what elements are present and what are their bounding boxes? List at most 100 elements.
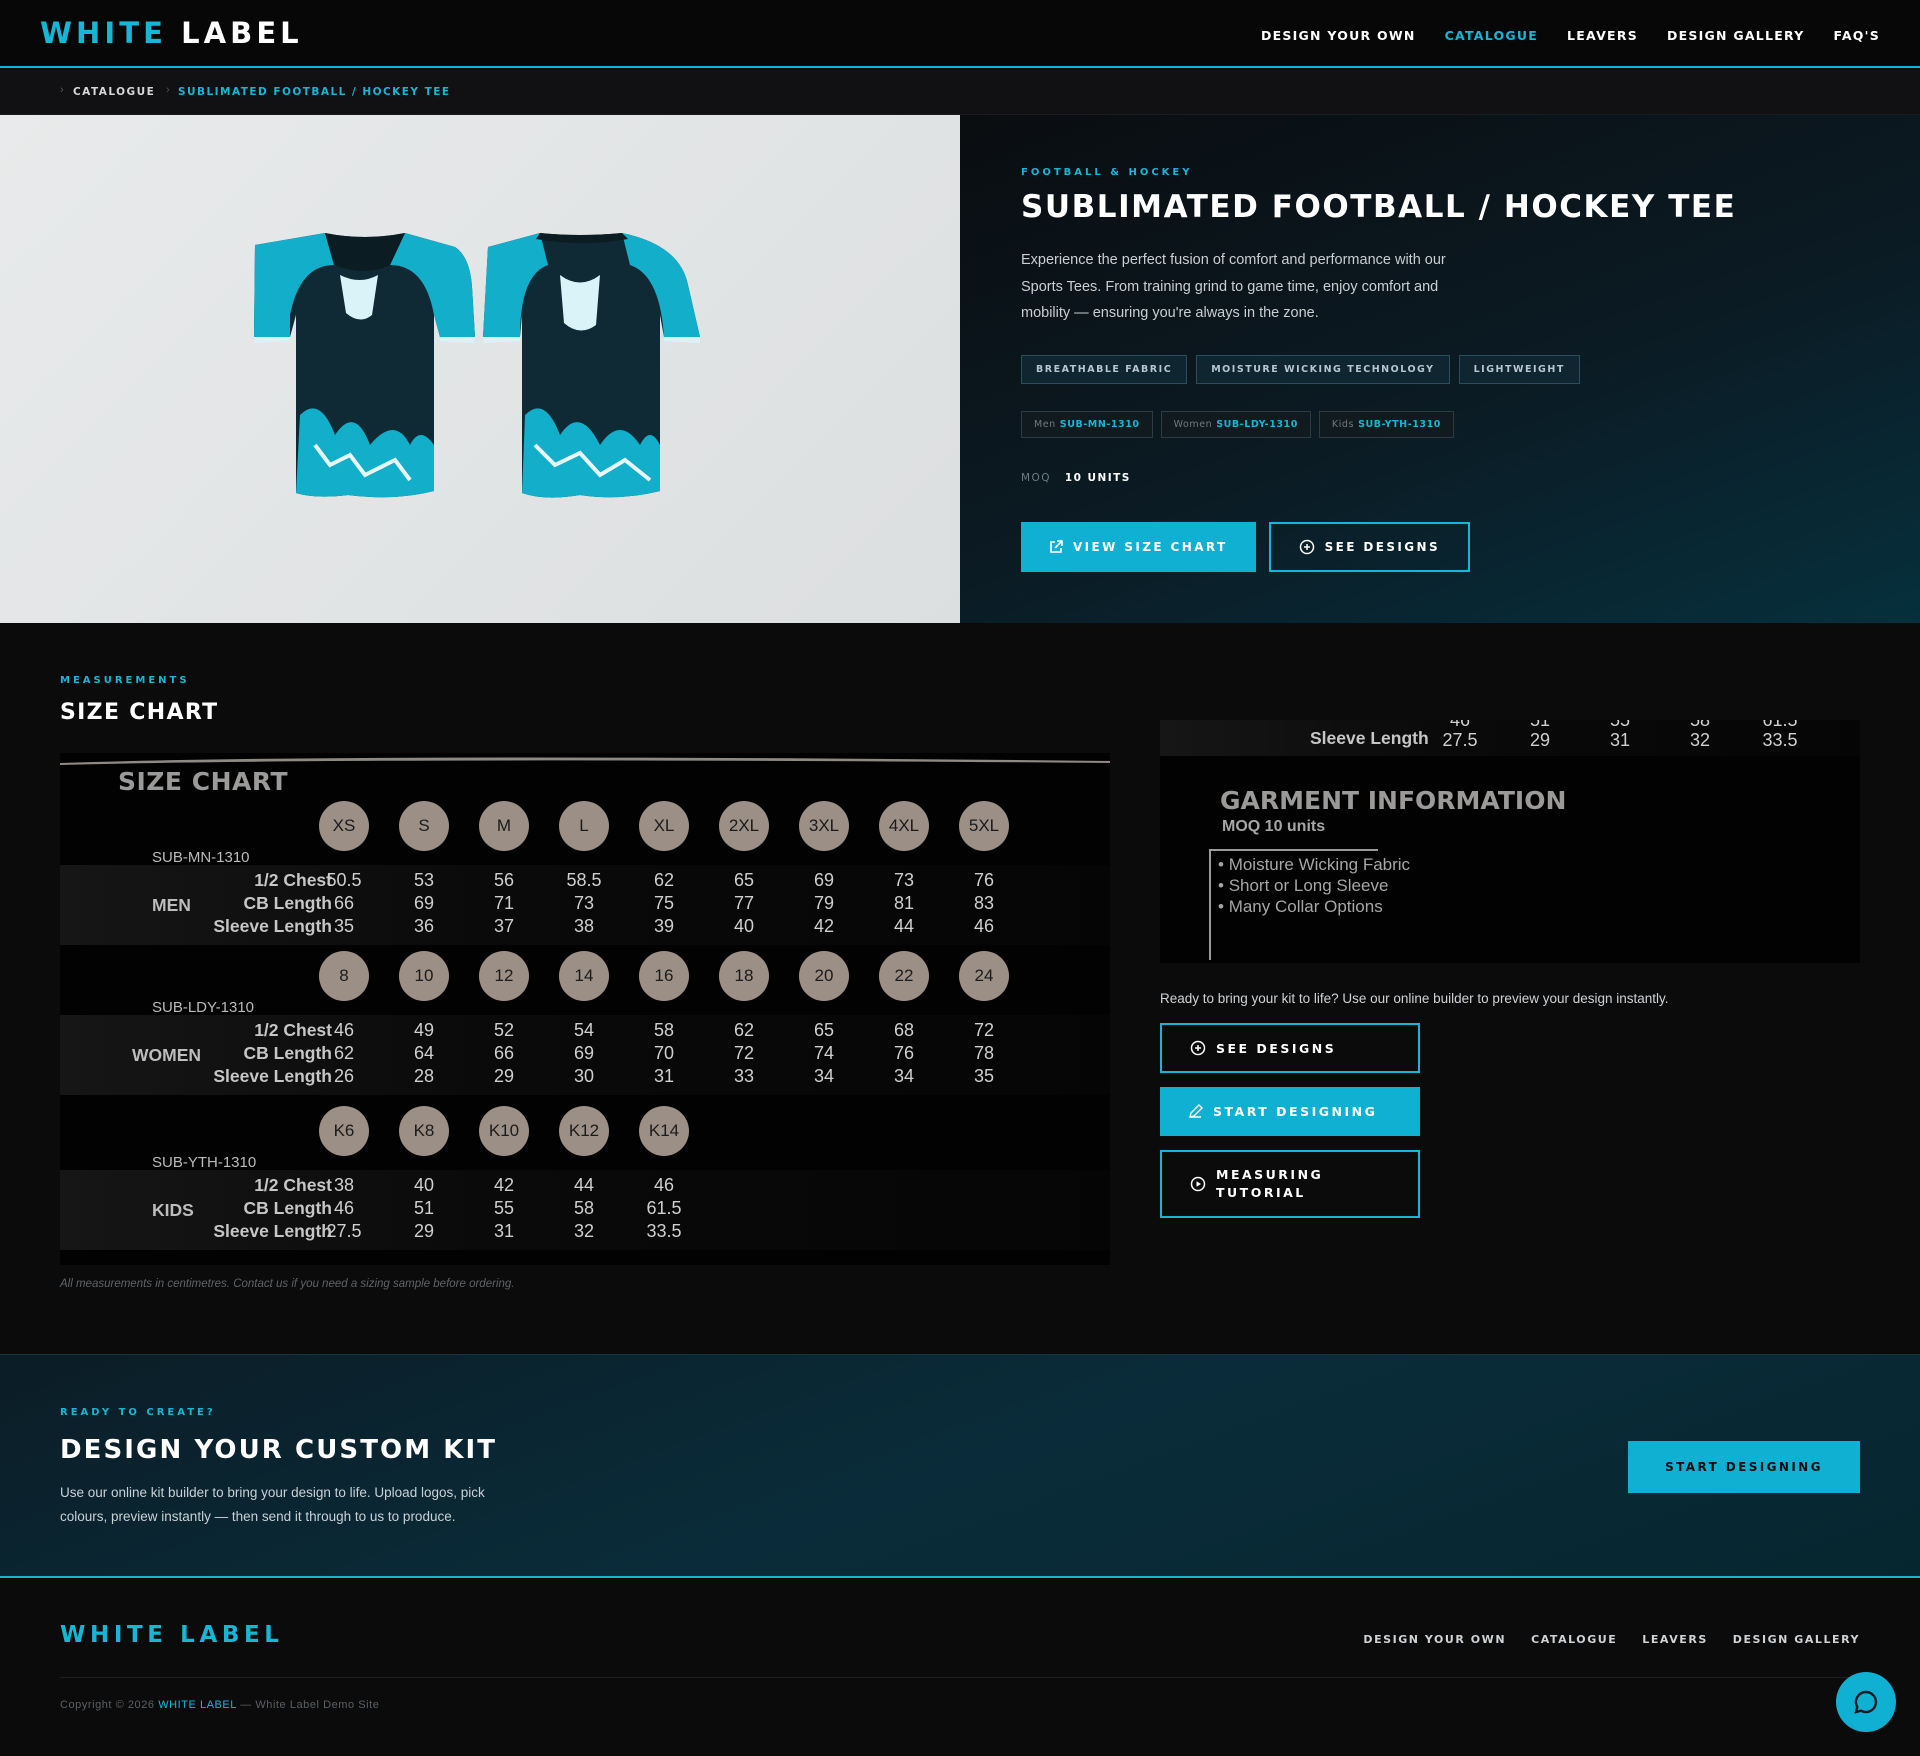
chart-value: 61.5 (646, 1198, 682, 1218)
garment-partial-value: 31 (1609, 730, 1631, 750)
chart-value: 65 (733, 870, 755, 890)
size-circle: K10 (479, 1106, 529, 1156)
start-designing-side-button[interactable]: START DESIGNING (1160, 1087, 1420, 1136)
chart-value: 53 (413, 870, 435, 890)
footer-nav-design-your-own[interactable]: DESIGN YOUR OWN (1363, 1633, 1506, 1646)
sku-label: Women (1173, 419, 1213, 430)
nav-design-gallery[interactable]: DESIGN GALLERY (1667, 28, 1805, 43)
chart-value: 69 (573, 1043, 595, 1063)
chart-value: 64 (413, 1043, 435, 1063)
footer-logo[interactable]: WHITE LABEL (60, 1622, 284, 1648)
plus-circle-icon (1299, 539, 1314, 555)
size-circle: K14 (639, 1106, 689, 1156)
footer-nav: DESIGN YOUR OWN CATALOGUE LEAVERS DESIGN… (1363, 1633, 1860, 1646)
chart-value: 29 (413, 1221, 435, 1241)
chat-button[interactable] (1836, 1672, 1896, 1732)
nav-catalogue[interactable]: CATALOGUE (1445, 28, 1538, 43)
chat-bubble-icon (1854, 1690, 1878, 1714)
moq-label: MOQ (1021, 472, 1051, 484)
chart-value: 38 (573, 916, 595, 936)
chart-value: 71 (493, 893, 515, 913)
footer-nav-design-gallery[interactable]: DESIGN GALLERY (1733, 1633, 1860, 1646)
chart-row-label: 1/2 Chest (254, 1020, 332, 1040)
chart-sku-label: SUB-MN-1310 (152, 849, 250, 866)
site-logo[interactable]: WHITE LABEL (40, 16, 303, 50)
chart-value: 68 (893, 1020, 915, 1040)
copyright-suffix: — White Label Demo Site (240, 1699, 380, 1711)
garment-features: • Moisture Wicking Fabric • Short or Lon… (1218, 854, 1410, 917)
chart-value: 52 (493, 1020, 515, 1040)
chart-value: 65 (813, 1020, 835, 1040)
size-circle: 20 (799, 951, 849, 1001)
size-circle: 10 (399, 951, 449, 1001)
chart-value: 83 (973, 893, 995, 913)
chart-value: 30 (573, 1066, 595, 1086)
see-designs-side-label: SEE DESIGNS (1216, 1040, 1337, 1056)
external-link-icon (1050, 540, 1063, 553)
size-circle: L (559, 801, 609, 851)
chart-row-label: CB Length (243, 893, 332, 913)
chart-value: 77 (733, 893, 755, 913)
measuring-tutorial-button[interactable]: MEASURING TUTORIAL (1160, 1150, 1420, 1218)
sku-label: Men (1034, 419, 1056, 430)
chart-value: 32 (573, 1221, 595, 1241)
chart-value: 58 (573, 1198, 595, 1218)
chart-sku-label: SUB-YTH-1310 (152, 1154, 257, 1171)
chart-value: 56 (493, 870, 515, 890)
garment-partial-value: 29 (1529, 730, 1551, 750)
footer-nav-leavers[interactable]: LEAVERS (1642, 1633, 1708, 1646)
size-circle: 14 (559, 951, 609, 1001)
jersey-back-image (483, 233, 700, 498)
chart-value: 35 (973, 1066, 995, 1086)
chart-value: 74 (813, 1043, 835, 1063)
chart-row-label: 1/2 Chest (254, 870, 332, 890)
nav-faqs[interactable]: FAQ'S (1834, 28, 1880, 43)
nav-design-your-own[interactable]: DESIGN YOUR OWN (1261, 28, 1416, 43)
view-size-chart-label: VIEW SIZE CHART (1073, 540, 1228, 554)
tag-moisture-wicking: MOISTURE WICKING TECHNOLOGY (1196, 355, 1450, 384)
size-chart-heading: SIZE CHART (60, 700, 219, 725)
tutorial-line-2: TUTORIAL (1216, 1185, 1306, 1200)
garment-partial-value: 32 (1689, 730, 1711, 750)
size-circle: 16 (639, 951, 689, 1001)
footer-nav-catalogue[interactable]: CATALOGUE (1531, 1633, 1617, 1646)
copyright-brand[interactable]: WHITE LABEL (158, 1699, 236, 1711)
breadcrumb-separator: › (166, 84, 170, 96)
size-circle: XL (639, 801, 689, 851)
chart-value: 78 (973, 1043, 995, 1063)
see-designs-button[interactable]: SEE DESIGNS (1268, 522, 1470, 572)
chart-value: 55 (493, 1198, 515, 1218)
view-size-chart-button[interactable]: VIEW SIZE CHART (1021, 522, 1256, 572)
garment-partial-row-label: Sleeve Length (1310, 728, 1429, 748)
jersey-illustration (254, 233, 700, 498)
garment-feature: • Many Collar Options (1218, 897, 1383, 916)
logo-word-label: LABEL (181, 16, 303, 50)
partial-row-band (1160, 720, 1860, 756)
nav-leavers[interactable]: LEAVERS (1567, 28, 1638, 43)
main-nav: DESIGN YOUR OWN CATALOGUE LEAVERS DESIGN… (1261, 28, 1880, 43)
chart-value: 31 (653, 1066, 675, 1086)
chart-value: 79 (813, 893, 835, 913)
product-image (0, 115, 960, 623)
sku-label: Kids (1331, 419, 1355, 430)
copyright: Copyright © 2026 WHITE LABEL — White Lab… (60, 1699, 379, 1711)
see-designs-side-button[interactable]: SEE DESIGNS (1160, 1023, 1420, 1073)
chart-row-label: Sleeve Length (213, 1066, 332, 1086)
sku-code: SUB-YTH-1310 (1358, 419, 1441, 430)
cta-start-designing-button[interactable]: START DESIGNING (1628, 1441, 1860, 1493)
breadcrumb-catalogue[interactable]: CATALOGUE (73, 86, 155, 98)
garment-info-image: Sleeve Length GARMENT INFORMATION MOQ 10… (1160, 720, 1860, 963)
sku-men: Men SUB-MN-1310 (1021, 411, 1153, 438)
size-circle: K8 (399, 1106, 449, 1156)
play-circle-icon (1190, 1176, 1206, 1192)
garment-title: GARMENT INFORMATION (1220, 786, 1567, 815)
chart-value: 37 (493, 916, 515, 936)
chart-value: 66 (493, 1043, 515, 1063)
garment-partial-value-clipped: 46 (1449, 720, 1471, 730)
chart-value: 44 (573, 1175, 595, 1195)
product-description: Experience the perfect fusion of comfort… (1021, 252, 1446, 321)
chart-value: 66 (333, 893, 355, 913)
garment-partial-value-clipped: 58 (1689, 720, 1711, 730)
garment-feature-text: Moisture Wicking Fabric (1228, 855, 1411, 874)
breadcrumb-current: SUBLIMATED FOOTBALL / HOCKEY TEE (178, 86, 451, 98)
